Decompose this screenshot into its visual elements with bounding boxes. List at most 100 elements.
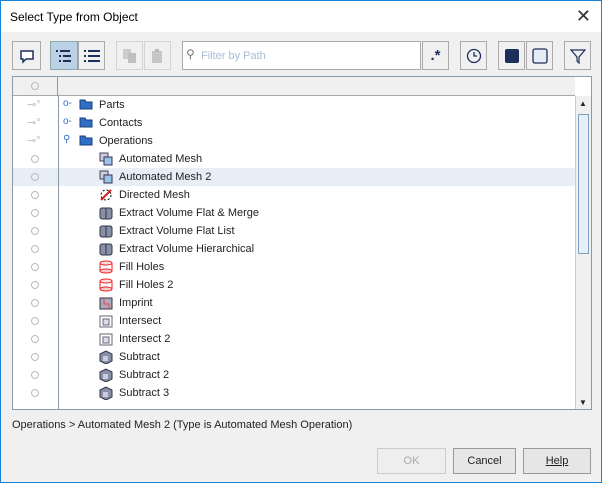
ok-button[interactable]: OK bbox=[377, 448, 446, 474]
paste-button[interactable] bbox=[144, 41, 171, 70]
scrollbar-thumb[interactable] bbox=[578, 114, 589, 254]
dialog: Select Type from Object ✕ ⚲ Filter by Pat… bbox=[0, 0, 602, 483]
filter-button[interactable] bbox=[564, 41, 591, 70]
subtract-icon bbox=[99, 350, 113, 365]
tree-row[interactable]: Fill Holes bbox=[13, 258, 575, 276]
tree-row-label: Subtract 2 bbox=[119, 369, 170, 381]
tree-row-label: Automated Mesh 2 bbox=[119, 171, 212, 183]
tree-view-button[interactable] bbox=[50, 41, 78, 70]
tree-row-label: Extract Volume Hierarchical bbox=[119, 243, 255, 255]
intersect-icon bbox=[99, 314, 113, 328]
status-circle-icon bbox=[31, 209, 39, 217]
status-circle-icon bbox=[31, 317, 39, 325]
tree-row[interactable]: ⊸° o- Parts bbox=[13, 96, 575, 114]
tree-row[interactable]: Extract Volume Flat & Merge bbox=[13, 204, 575, 222]
tree-row-label: Automated Mesh bbox=[119, 153, 203, 165]
status-circle-icon bbox=[31, 389, 39, 397]
tree-row[interactable]: Automated Mesh 2 bbox=[13, 168, 575, 186]
tree-row-label: Subtract bbox=[119, 351, 160, 363]
link-icon: ⊸° bbox=[27, 117, 41, 129]
scroll-up-icon[interactable]: ▲ bbox=[579, 99, 587, 108]
status-circle-icon bbox=[31, 299, 39, 307]
folder-icon bbox=[79, 98, 93, 112]
tree-row[interactable]: ⊸° ⚲ Operations bbox=[13, 132, 575, 150]
tree-row[interactable]: Subtract bbox=[13, 348, 575, 366]
mesh-icon bbox=[99, 152, 113, 166]
link-icon: ⊸° bbox=[27, 135, 41, 147]
extract-icon bbox=[99, 206, 113, 220]
clock-icon bbox=[466, 48, 481, 63]
filled-square-icon bbox=[504, 48, 519, 63]
tree-row[interactable]: ⊸° o- Contacts bbox=[13, 114, 575, 132]
filter-input[interactable]: ⚲ Filter by Path bbox=[182, 41, 421, 70]
extract-icon bbox=[99, 224, 113, 238]
tree-row-label: Imprint bbox=[119, 297, 153, 309]
empty-square-icon bbox=[531, 47, 548, 64]
tree-row-label: Intersect bbox=[119, 315, 162, 327]
cancel-button[interactable]: Cancel bbox=[453, 448, 516, 474]
extract-icon bbox=[99, 242, 113, 256]
tree-list-icon bbox=[56, 49, 71, 62]
paste-icon bbox=[151, 48, 162, 63]
tree-row-label: Directed Mesh bbox=[119, 189, 190, 201]
tree-row[interactable]: Fill Holes 2 bbox=[13, 276, 575, 294]
link-icon: ⊸° bbox=[27, 99, 41, 111]
title-bar: Select Type from Object ✕ bbox=[1, 1, 601, 32]
status-circle-icon bbox=[31, 353, 39, 361]
fill-icon bbox=[99, 278, 113, 292]
tree-row-label: Contacts bbox=[99, 117, 143, 129]
object-tree[interactable]: ⊸° o- Parts ⊸° o- Contacts ⊸° ⚲ Operations Automa… bbox=[12, 76, 592, 410]
list-icon bbox=[83, 49, 100, 62]
status-circle-icon bbox=[31, 371, 39, 379]
mesh-icon bbox=[99, 170, 113, 184]
close-icon[interactable]: ✕ bbox=[576, 6, 591, 27]
tree-row[interactable]: Subtract 2 bbox=[13, 366, 575, 384]
search-icon: ⚲ bbox=[186, 47, 195, 61]
status-circle-icon bbox=[31, 245, 39, 253]
tree-row-label: Subtract 3 bbox=[119, 387, 170, 399]
dialog-title: Select Type from Object bbox=[10, 10, 138, 24]
subtract-icon bbox=[99, 368, 113, 383]
tree-row[interactable]: Intersect 2 bbox=[13, 330, 575, 348]
vertical-scrollbar[interactable]: ▲ ▼ bbox=[575, 96, 591, 409]
tree-row[interactable]: Imprint bbox=[13, 294, 575, 312]
filter-placeholder: Filter by Path bbox=[201, 50, 266, 62]
tree-row-label: Parts bbox=[99, 99, 125, 111]
imprint-icon bbox=[99, 296, 113, 310]
help-button[interactable]: Help bbox=[523, 448, 591, 474]
expanded-key-icon[interactable]: ⚲ bbox=[63, 134, 70, 145]
status-circle-icon bbox=[31, 191, 39, 199]
status-circle-icon bbox=[31, 155, 39, 163]
tree-row[interactable]: Subtract 3 bbox=[13, 384, 575, 402]
tree-row[interactable]: Extract Volume Flat List bbox=[13, 222, 575, 240]
subtract-icon bbox=[99, 386, 113, 401]
scroll-down-icon[interactable]: ▼ bbox=[579, 398, 587, 407]
collapsed-key-icon[interactable]: o- bbox=[63, 98, 72, 109]
fill-icon bbox=[99, 260, 113, 274]
tree-row[interactable]: Extract Volume Hierarchical bbox=[13, 240, 575, 258]
tree-row[interactable]: Automated Mesh bbox=[13, 150, 575, 168]
intersect-icon bbox=[99, 332, 113, 346]
regex-button[interactable]: .* bbox=[422, 41, 449, 70]
funnel-icon bbox=[569, 48, 586, 64]
status-circle-icon bbox=[31, 227, 39, 235]
select-none-button[interactable] bbox=[526, 41, 553, 70]
tree-row-label: Intersect 2 bbox=[119, 333, 171, 345]
tree-row-label: Extract Volume Flat & Merge bbox=[119, 207, 259, 219]
tree-row[interactable]: Intersect bbox=[13, 312, 575, 330]
regex-label: .* bbox=[430, 47, 441, 64]
flat-list-button[interactable] bbox=[78, 41, 105, 70]
tree-row[interactable]: Directed Mesh bbox=[13, 186, 575, 204]
speech-bubble-icon bbox=[19, 49, 34, 64]
status-circle-icon bbox=[31, 263, 39, 271]
folder-icon bbox=[79, 134, 93, 148]
history-button[interactable] bbox=[460, 41, 487, 70]
copy-button[interactable] bbox=[116, 41, 143, 70]
folder-icon bbox=[79, 116, 93, 130]
tree-row-label: Operations bbox=[99, 135, 153, 147]
select-all-button[interactable] bbox=[498, 41, 525, 70]
directed-icon bbox=[99, 188, 113, 202]
collapsed-key-icon[interactable]: o- bbox=[63, 116, 72, 127]
copy-icon bbox=[122, 48, 136, 63]
comment-button[interactable] bbox=[12, 41, 41, 70]
